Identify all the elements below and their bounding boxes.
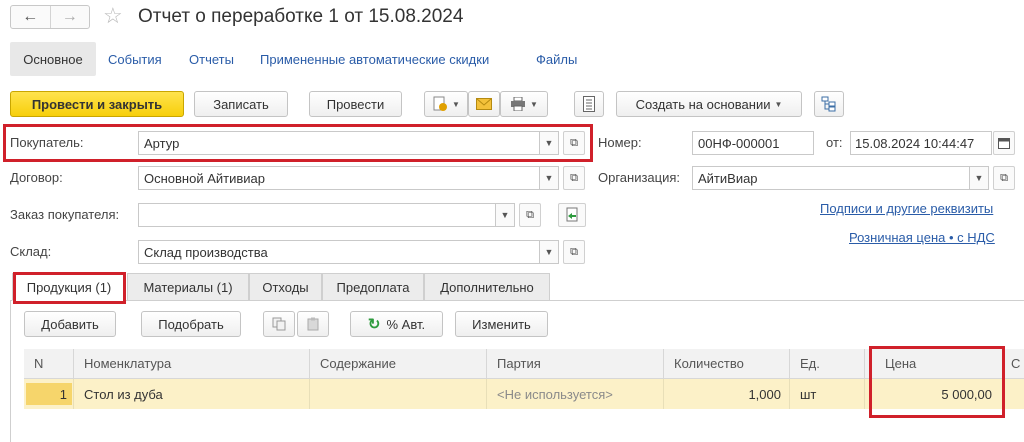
tab-reports[interactable]: Отчеты <box>189 52 234 68</box>
contract-dropdown[interactable]: ▼ <box>539 166 559 190</box>
customer-order-dropdown[interactable]: ▼ <box>495 203 515 227</box>
tab-files[interactable]: Файлы <box>536 52 577 68</box>
tab-discounts[interactable]: Примененные автоматические скидки <box>260 52 489 68</box>
post-button[interactable]: Провести <box>309 91 402 117</box>
clipboard-icon <box>307 317 319 331</box>
tab-prepayment[interactable]: Предоплата <box>322 273 424 301</box>
customer-order-open-button[interactable]: ⧉ <box>519 203 541 227</box>
create-based-on-button[interactable]: Создать на основании ▼ <box>616 91 802 117</box>
refresh-icon: ↻ <box>367 316 381 333</box>
chevron-down-icon: ▼ <box>544 138 554 148</box>
organization-dropdown[interactable]: ▼ <box>969 166 989 190</box>
warehouse-label: Склад: <box>10 244 52 259</box>
nav-buttons: ← → <box>10 5 90 29</box>
contract-label: Договор: <box>10 170 63 185</box>
column-sum[interactable]: С <box>1005 349 1024 379</box>
customer-order-label: Заказ покупателя: <box>10 207 120 222</box>
date-field[interactable]: 15.08.2024 10:44:47 <box>850 131 992 155</box>
row-sum-cell[interactable] <box>1005 379 1024 409</box>
column-unit[interactable]: Ед. <box>790 349 865 379</box>
buyer-label: Покупатель: <box>10 135 84 150</box>
row-unit-cell[interactable]: шт <box>790 379 865 409</box>
date-label: от: <box>826 135 843 150</box>
chevron-down-icon: ▼ <box>452 99 460 109</box>
calendar-icon <box>998 138 1010 149</box>
post-and-close-button[interactable]: Провести и закрыть <box>10 91 184 117</box>
change-button[interactable]: Изменить <box>455 311 548 337</box>
fill-document-icon <box>566 207 578 222</box>
document-clock-icon <box>433 96 448 111</box>
number-field[interactable]: 00НФ-000001 <box>692 131 814 155</box>
organization-label: Организация: <box>598 170 681 185</box>
tab-main[interactable]: Основное <box>10 42 96 76</box>
column-batch[interactable]: Партия <box>487 349 664 379</box>
row-batch-cell[interactable]: <Не используется> <box>487 379 664 409</box>
price-highlight <box>869 346 1005 418</box>
add-button[interactable]: Добавить <box>24 311 116 337</box>
send-email-button[interactable] <box>468 91 500 117</box>
tab-events[interactable]: События <box>108 52 162 68</box>
chevron-down-icon: ▼ <box>774 99 783 109</box>
buyer-open-button[interactable]: ⧉ <box>563 131 585 155</box>
contract-field[interactable]: Основной Айтивиар <box>138 166 540 190</box>
select-button[interactable]: Подобрать <box>141 311 241 337</box>
copy-icon <box>272 317 286 331</box>
auto-discount-button[interactable]: ↻ % Авт. <box>350 311 443 337</box>
organization-field[interactable]: АйтиВиар <box>692 166 970 190</box>
tab-materials[interactable]: Материалы (1) <box>127 273 249 301</box>
chevron-down-icon: ▼ <box>530 99 538 109</box>
tab-waste[interactable]: Отходы <box>249 273 322 301</box>
column-n[interactable]: N <box>24 349 74 379</box>
buyer-field[interactable]: Артур <box>138 131 540 155</box>
number-label: Номер: <box>598 135 642 150</box>
open-icon: ⧉ <box>1000 171 1008 184</box>
warehouse-dropdown[interactable]: ▼ <box>539 240 559 264</box>
column-quantity[interactable]: Количество <box>664 349 790 379</box>
signatures-link[interactable]: Подписи и другие реквизиты <box>820 201 993 217</box>
open-icon: ⧉ <box>526 208 534 221</box>
paste-button[interactable] <box>297 311 329 337</box>
warehouse-open-button[interactable]: ⧉ <box>563 240 585 264</box>
envelope-icon <box>476 98 492 110</box>
chevron-down-icon: ▼ <box>544 173 554 183</box>
chevron-down-icon: ▼ <box>974 173 984 183</box>
retail-price-link[interactable]: Розничная цена • с НДС <box>849 230 995 246</box>
chevron-down-icon: ▼ <box>544 247 554 257</box>
row-number: 1 <box>59 386 67 402</box>
contract-open-button[interactable]: ⧉ <box>563 166 585 190</box>
open-icon: ⧉ <box>570 245 578 258</box>
buyer-dropdown[interactable]: ▼ <box>539 131 559 155</box>
tab-additional[interactable]: Дополнительно <box>424 273 550 301</box>
row-quantity-cell[interactable]: 1,000 <box>664 379 790 409</box>
forward-arrow-icon[interactable]: → <box>49 6 90 28</box>
fill-from-order-button[interactable] <box>558 203 586 227</box>
hierarchy-icon <box>821 96 836 112</box>
warehouse-field[interactable]: Склад производства <box>138 240 540 264</box>
column-content[interactable]: Содержание <box>310 349 487 379</box>
structure-button[interactable] <box>574 91 604 117</box>
chevron-down-icon: ▼ <box>500 210 510 220</box>
printer-icon <box>511 97 526 111</box>
star-icon[interactable]: ☆ <box>103 3 123 29</box>
page-title: Отчет о переработке 1 от 15.08.2024 <box>138 6 464 27</box>
row-content-cell[interactable] <box>310 379 487 409</box>
table-row[interactable]: 1 <box>24 379 74 409</box>
row-item-cell[interactable]: Стол из дуба <box>74 379 310 409</box>
hierarchy-button[interactable] <box>814 91 844 117</box>
organization-open-button[interactable]: ⧉ <box>993 166 1015 190</box>
calendar-button[interactable] <box>993 131 1015 155</box>
copy-button[interactable] <box>263 311 295 337</box>
auto-discount-label: % Авт. <box>386 316 426 332</box>
back-arrow-icon[interactable]: ← <box>11 6 50 28</box>
open-icon: ⧉ <box>570 136 578 149</box>
create-based-on-label: Создать на основании <box>635 96 771 112</box>
save-button[interactable]: Записать <box>194 91 288 117</box>
open-icon: ⧉ <box>570 171 578 184</box>
customer-order-field[interactable] <box>138 203 496 227</box>
products-tab-highlight <box>13 272 126 304</box>
print-button[interactable]: ▼ <box>500 91 548 117</box>
list-icon <box>583 96 595 112</box>
column-item[interactable]: Номенклатура <box>74 349 310 379</box>
attach-file-button[interactable]: ▼ <box>424 91 468 117</box>
